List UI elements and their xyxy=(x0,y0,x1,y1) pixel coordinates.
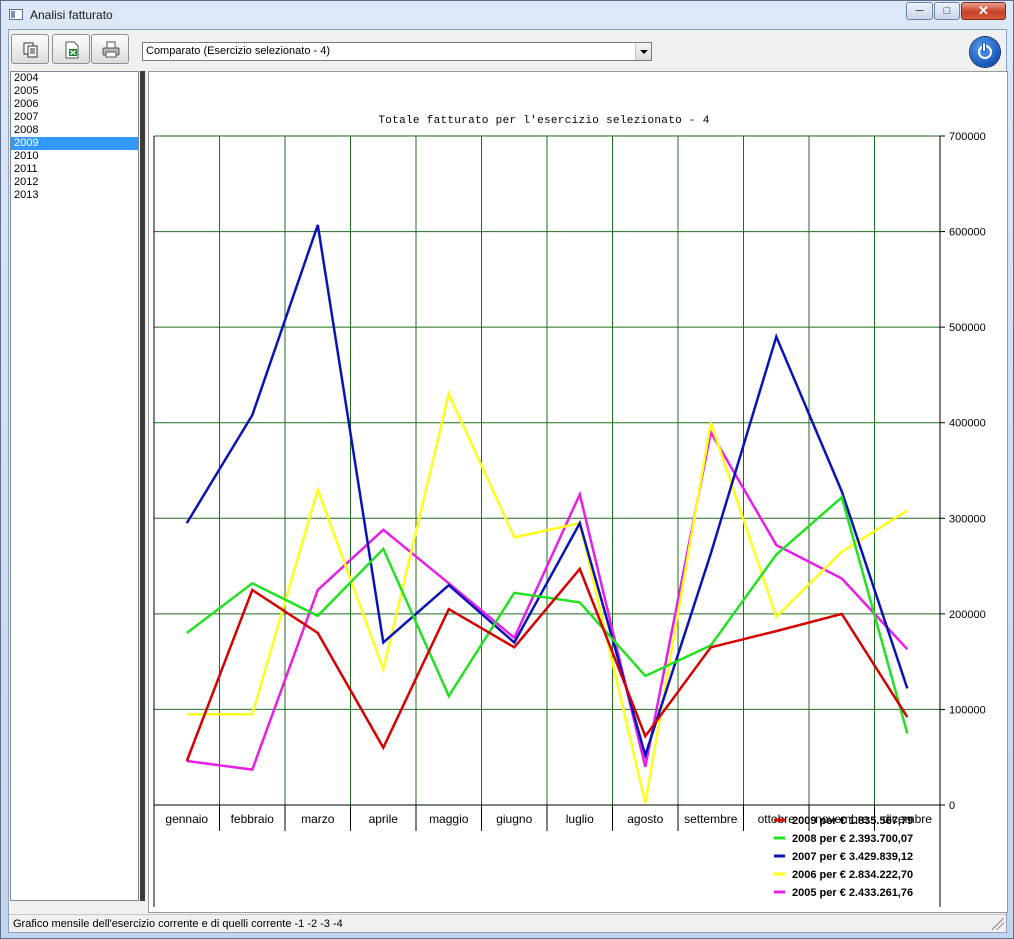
y-tick-label: 300000 xyxy=(949,513,986,525)
chart-title: Totale fatturato per l'esercizio selezio… xyxy=(378,115,709,127)
window-title: Analisi fatturato xyxy=(30,8,113,22)
year-item-2010[interactable]: 2010 xyxy=(11,150,138,163)
y-tick-label: 0 xyxy=(949,800,955,812)
x-tick-label: agosto xyxy=(627,812,663,826)
close-button[interactable]: ✕ xyxy=(961,2,1006,20)
x-tick-label: settembre xyxy=(684,812,738,826)
y-tick-label: 400000 xyxy=(949,418,986,430)
year-item-2004[interactable]: 2004 xyxy=(11,72,138,85)
toolbar: Comparato (Esercizio selezionato - 4) xyxy=(9,30,1006,70)
line-chart: 0 100000 200000 300000 400000 500000 600000 700… xyxy=(153,115,986,907)
year-item-2005[interactable]: 2005 xyxy=(11,85,138,98)
legend-entry: 2006 per € 2.834.222,70 xyxy=(792,869,913,881)
y-tick-label: 500000 xyxy=(949,322,986,334)
x-tick-label: maggio xyxy=(429,812,469,826)
y-tick-label: 100000 xyxy=(949,704,986,716)
maximize-button[interactable]: □ xyxy=(934,2,960,20)
chevron-down-icon[interactable] xyxy=(635,43,651,60)
y-tick-label: 200000 xyxy=(949,609,986,621)
year-item-2011[interactable]: 2011 xyxy=(11,163,138,176)
copy-button[interactable] xyxy=(11,34,49,64)
year-item-2012[interactable]: 2012 xyxy=(11,176,138,189)
title-bar[interactable]: Analisi fatturato ─ □ ✕ xyxy=(1,1,1013,29)
resize-grip-icon[interactable] xyxy=(992,918,1004,930)
print-button[interactable] xyxy=(91,34,129,64)
power-button[interactable] xyxy=(970,37,1000,67)
x-tick-label: marzo xyxy=(301,812,335,826)
x-tick-label: febbraio xyxy=(231,812,275,826)
y-tick-label: 700000 xyxy=(949,131,986,143)
status-text: Grafico mensile dell'esercizio corrente … xyxy=(13,918,343,930)
legend-entry: 2009 per € 1.835.567,79 xyxy=(792,815,913,827)
legend-entry: 2007 per € 3.429.839,12 xyxy=(792,851,913,863)
year-item-2013[interactable]: 2013 xyxy=(11,189,138,202)
client-area: Comparato (Esercizio selezionato - 4) 20… xyxy=(8,29,1008,933)
legend-entry: 2005 per € 2.433.261,76 xyxy=(792,887,913,899)
view-mode-value: Comparato (Esercizio selezionato - 4) xyxy=(146,45,331,57)
x-tick-label: aprile xyxy=(369,812,399,826)
year-list[interactable]: 2004 2005 2006 2007 2008 2009 2010 2011 2012 2013 xyxy=(10,71,139,901)
x-tick-label: giugno xyxy=(496,812,532,826)
splitter[interactable] xyxy=(140,71,145,901)
status-bar: Grafico mensile dell'esercizio corrente … xyxy=(9,914,1006,932)
minimize-button[interactable]: ─ xyxy=(906,2,933,20)
legend-entry: 2008 per € 2.393.700,07 xyxy=(792,833,913,845)
excel-export-icon xyxy=(65,41,79,59)
app-window: Analisi fatturato ─ □ ✕ Comparato (Eserc… xyxy=(0,0,1014,939)
year-item-2009[interactable]: 2009 xyxy=(11,137,138,150)
copy-icon xyxy=(23,42,38,58)
x-tick-label: gennaio xyxy=(165,812,208,826)
chart-panel: 0 100000 200000 300000 400000 500000 600000 700… xyxy=(148,71,1008,913)
year-item-2007[interactable]: 2007 xyxy=(11,111,138,124)
export-excel-button[interactable] xyxy=(52,34,90,64)
window-icon xyxy=(9,9,23,20)
x-tick-label: luglio xyxy=(566,812,594,826)
year-item-2006[interactable]: 2006 xyxy=(11,98,138,111)
y-tick-label: 600000 xyxy=(949,227,986,239)
view-mode-select[interactable]: Comparato (Esercizio selezionato - 4) xyxy=(142,42,652,61)
year-item-2008[interactable]: 2008 xyxy=(11,124,138,137)
printer-icon xyxy=(102,41,120,58)
